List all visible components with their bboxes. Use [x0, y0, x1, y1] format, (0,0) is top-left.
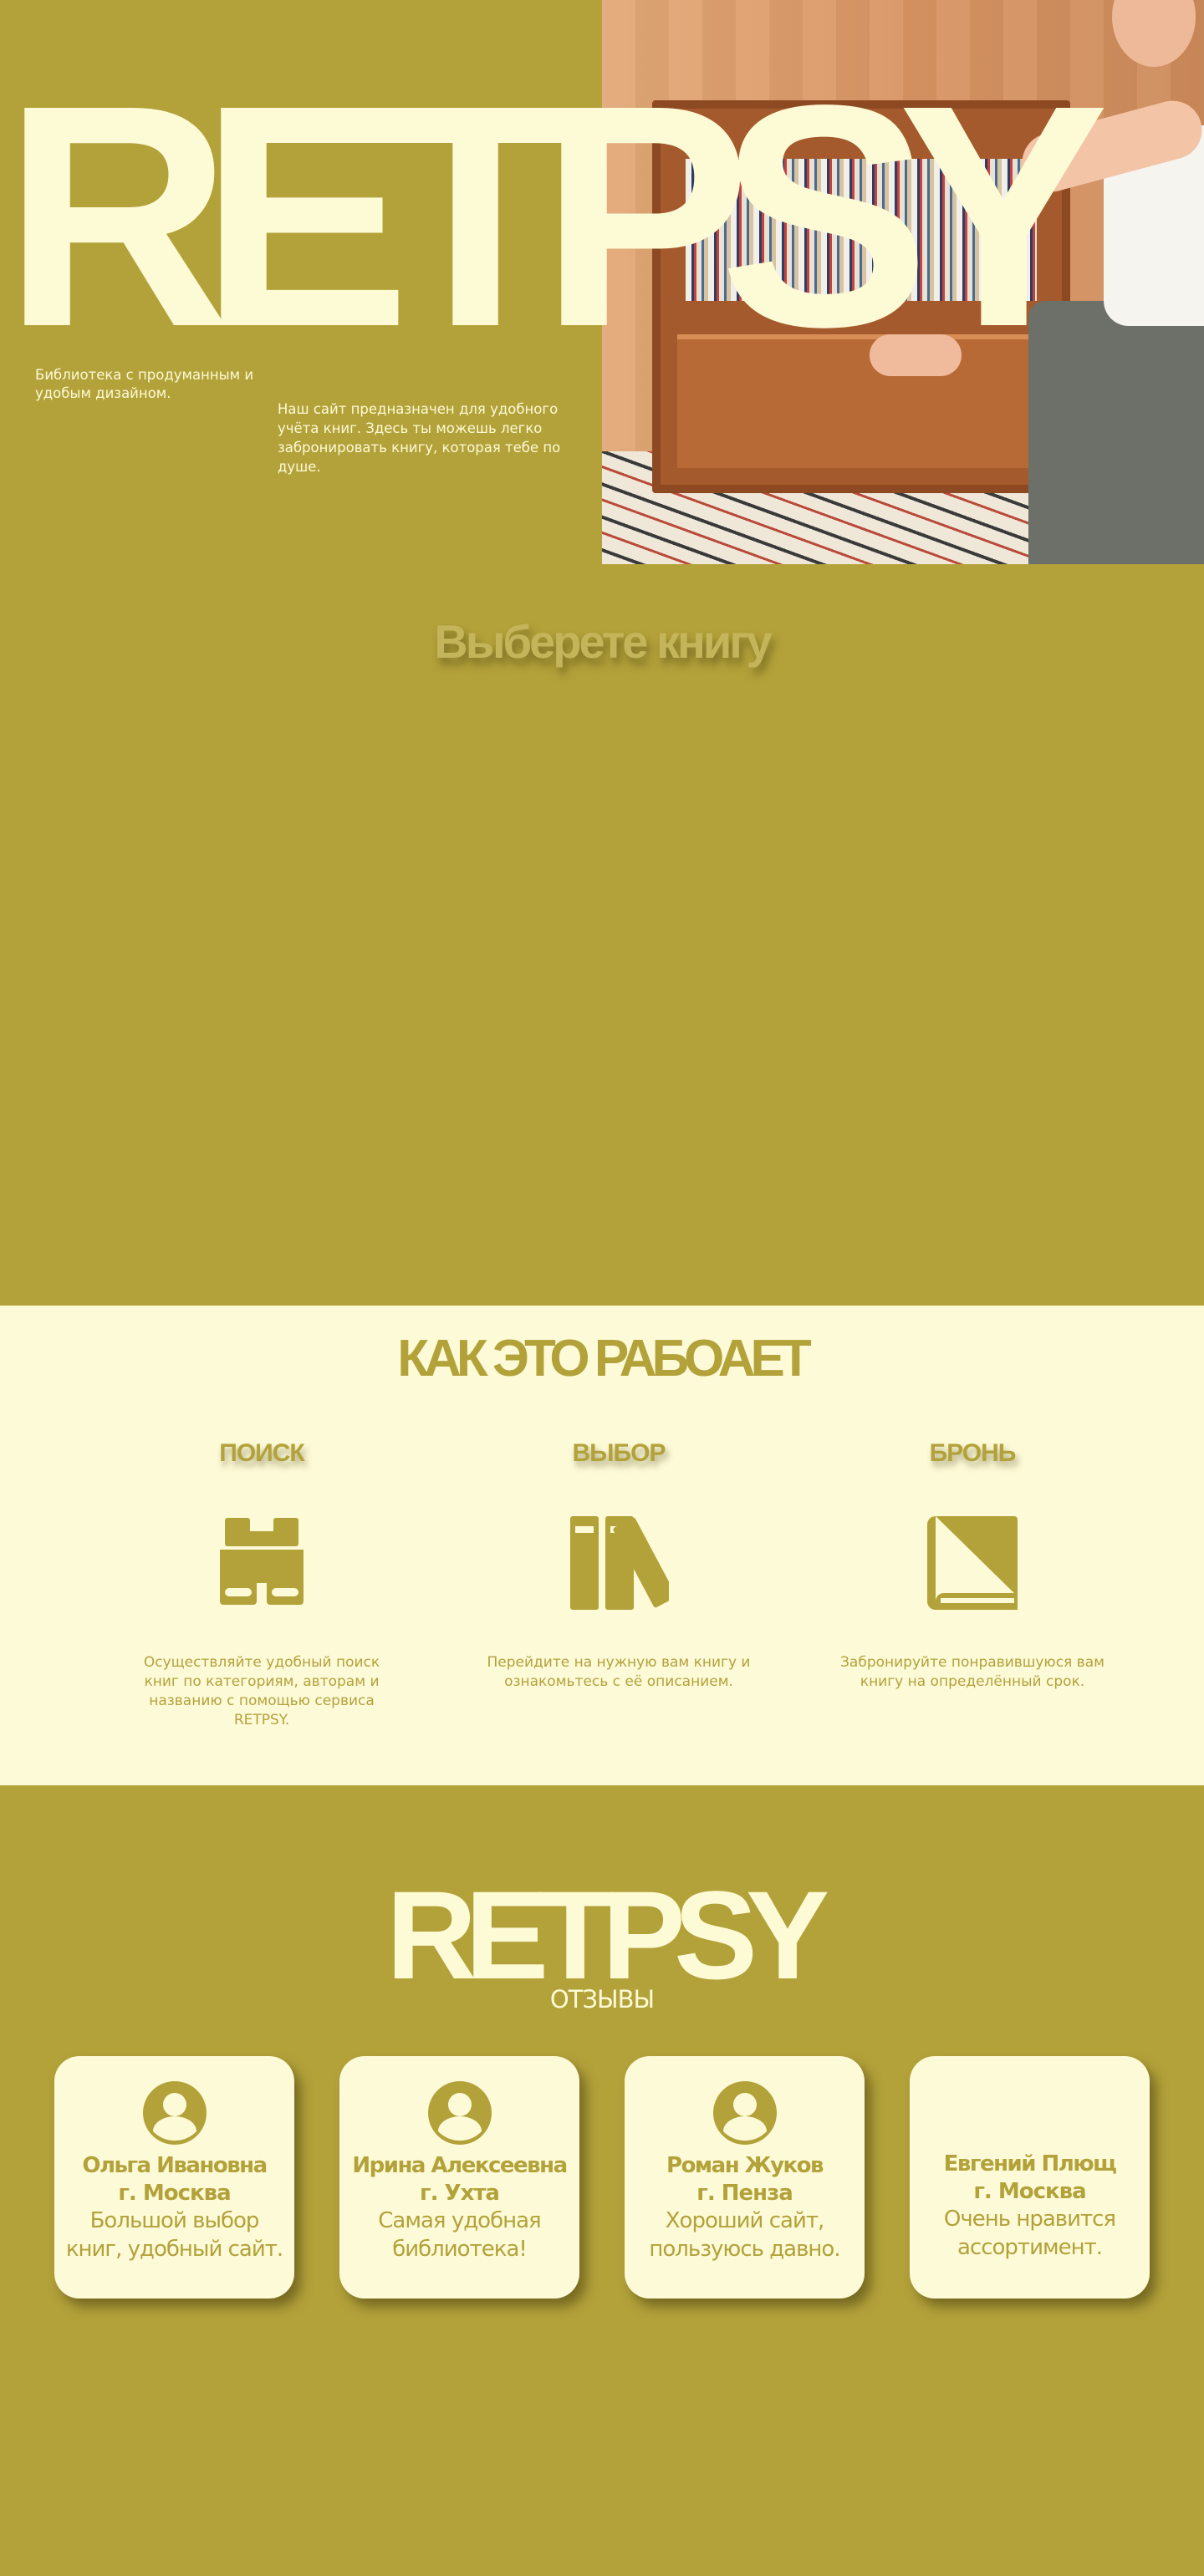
review-card: Ольга Ивановна г. Москва Большой выбор к… [54, 2056, 294, 2299]
book-icon [927, 1516, 1018, 1610]
books-icon [570, 1516, 669, 1610]
review-city: г. Москва [118, 2181, 231, 2206]
hero-section: RETPSY Библиотека с продуманным и удобым… [0, 0, 1204, 564]
step-title: ПОИСК [219, 1439, 304, 1467]
review-author: Роман Жуков [666, 2153, 824, 2178]
review-card: Евгений Плющ г. Москва Очень нравится ас… [910, 2056, 1150, 2299]
review-card: Роман Жуков г. Пенза Хороший сайт, польз… [625, 2056, 865, 2299]
review-text: Очень нравится ассортимент. [943, 2207, 1116, 2260]
step-title: ВЫБОР [572, 1439, 666, 1467]
step-text: Забронируйте понравившуюся вам книгу на … [840, 1654, 1105, 1690]
user-avatar-icon [427, 2081, 492, 2145]
review-city: г. Ухта [420, 2181, 500, 2206]
user-avatar-icon [712, 2081, 777, 2145]
review-author: Ольга Ивановна [82, 2153, 268, 2178]
step-choose: ВЫБОР Перейдите на нужную вам книгу и оз… [468, 1439, 769, 1692]
reviews-logo: RETPSY [385, 1865, 829, 2005]
review-city: г. Москва [973, 2179, 1086, 2204]
how-it-works-section: КАК ЭТО РАБОАЕТ ПОИСК Осуществляйте удоб… [0, 1306, 1204, 1785]
how-it-works-title: КАК ЭТО РАБОАЕТ [397, 1330, 812, 1387]
step-text: Перейдите на нужную вам книгу и ознакомь… [487, 1654, 751, 1690]
review-text: Самая удобная библиотека! [378, 2208, 541, 2262]
review-author: Ирина Алексеевна [352, 2153, 568, 2178]
binoculars-icon [220, 1518, 304, 1605]
reviews-label: ОТЗЫВЫ [549, 1985, 655, 2013]
review-card: Ирина Алексеевна г. Ухта Самая удобная б… [339, 2056, 579, 2299]
user-avatar-icon [142, 2081, 207, 2145]
step-reserve: БРОНЬ Забронируйте понравившуюся вам кни… [822, 1439, 1123, 1692]
choose-book-title[interactable]: Выберете книгу [0, 614, 1204, 669]
review-author: Евгений Плющ [943, 2151, 1117, 2176]
review-text: Большой выбор книг, удобный сайт. [65, 2208, 283, 2262]
hero-tagline: Библиотека с продуманным и удобым дизайн… [35, 367, 254, 401]
step-text: Осуществляйте удобный поиск книг по кате… [143, 1654, 380, 1728]
step-title: БРОНЬ [929, 1439, 1017, 1467]
review-text: Хороший сайт, пользуюсь давно. [649, 2208, 840, 2262]
review-city: г. Пенза [696, 2181, 793, 2206]
hero-description: Наш сайт предназначен для удобного учёта… [278, 401, 561, 475]
step-search: ПОИСК Осуществляйте удобный поиск книг п… [111, 1439, 412, 1730]
hero-logo: RETPSY [3, 40, 1109, 393]
